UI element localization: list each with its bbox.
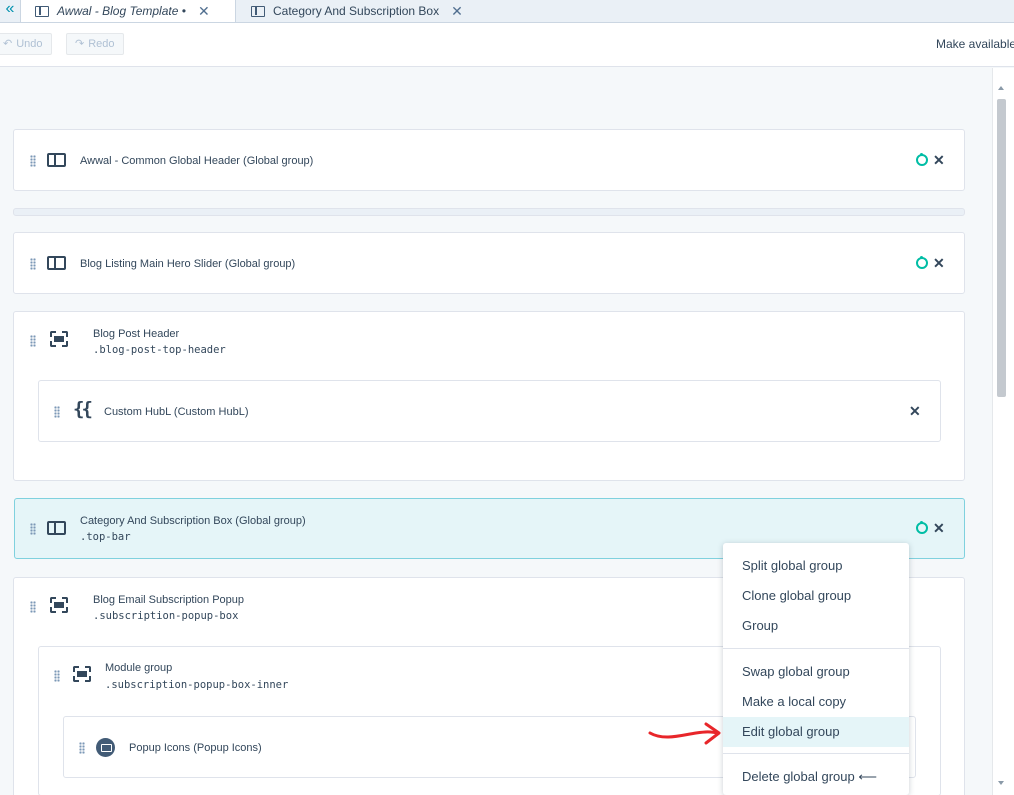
toolbar: ↶ Undo ↷ Redo Make available	[0, 23, 1014, 67]
module-actions: ✕	[916, 256, 945, 270]
drag-handle-icon[interactable]	[30, 258, 36, 270]
scrollbar-thumb[interactable]	[997, 99, 1006, 397]
redo-icon: ↷	[75, 38, 85, 50]
layout-icon	[47, 521, 66, 535]
module-actions: ✕	[916, 521, 945, 535]
red-arrow-annotation	[648, 722, 721, 745]
unpin-icon[interactable]: ✕	[909, 404, 921, 418]
module-card[interactable]: {{ Custom HubL (Custom HubL) ✕	[38, 380, 941, 442]
context-menu: Split global group Clone global group Gr…	[723, 543, 909, 795]
menu-divider	[723, 753, 909, 754]
module-title: Custom HubL (Custom HubL)	[104, 406, 249, 418]
globe-icon[interactable]	[916, 521, 928, 534]
empty-row	[13, 208, 965, 216]
globe-icon[interactable]	[916, 256, 928, 269]
layout-icon	[251, 5, 265, 17]
right-panel-edge	[1008, 68, 1014, 795]
undo-button[interactable]: ↶ Undo	[0, 33, 52, 55]
module-actions: ✕	[916, 153, 945, 167]
module-title: Blog Listing Main Hero Slider (Global gr…	[80, 258, 296, 270]
menu-divider	[723, 648, 909, 649]
unpin-icon[interactable]: ✕	[933, 153, 945, 167]
layout-icon	[47, 153, 66, 167]
module-title: Module group	[105, 662, 173, 674]
drag-handle-icon[interactable]	[54, 406, 60, 418]
unpin-icon[interactable]: ✕	[933, 256, 945, 270]
doc-template-icon	[35, 5, 49, 17]
undo-icon: ↶	[3, 38, 13, 50]
hubl-icon: {{	[73, 398, 93, 420]
menu-item-edit-global-group[interactable]: Edit global group	[723, 717, 909, 747]
drag-handle-icon[interactable]	[30, 601, 36, 613]
redo-button[interactable]: ↷ Redo	[66, 33, 124, 55]
module-card[interactable]: Awwal - Common Global Header (Global gro…	[13, 129, 965, 191]
mail-icon	[96, 738, 115, 757]
menu-item-clone-global-group[interactable]: Clone global group	[723, 581, 909, 611]
tab-label: Awwal - Blog Template •	[57, 4, 186, 18]
module-actions: ✕	[909, 404, 921, 418]
tab-label: Category And Subscription Box	[273, 4, 440, 18]
group-icon	[73, 666, 91, 682]
close-tab-icon[interactable]: ✕	[451, 3, 463, 20]
menu-item-group[interactable]: Group	[723, 611, 909, 641]
module-title: Blog Post Header	[93, 328, 180, 340]
menu-item-swap-global-group[interactable]: Swap global group	[723, 657, 909, 687]
group-icon	[50, 597, 68, 613]
close-tab-icon[interactable]: ✕	[198, 3, 210, 20]
globe-icon[interactable]	[916, 153, 928, 166]
drag-handle-icon[interactable]	[30, 155, 36, 167]
module-title: Awwal - Common Global Header (Global gro…	[80, 155, 314, 167]
make-available-link[interactable]: Make available	[936, 37, 1014, 51]
module-card[interactable]: Blog Listing Main Hero Slider (Global gr…	[13, 232, 965, 294]
unpin-icon[interactable]: ✕	[933, 521, 945, 535]
group-card[interactable]: Blog Post Header .blog-post-top-header {…	[13, 311, 965, 481]
group-icon	[50, 331, 68, 347]
layout-icon	[47, 256, 66, 270]
tab-blog-template[interactable]: Awwal - Blog Template • ✕	[20, 0, 236, 22]
scroll-down-icon[interactable]	[998, 781, 1004, 785]
menu-item-make-local-copy[interactable]: Make a local copy	[723, 687, 909, 717]
module-class: .blog-post-top-header	[93, 344, 226, 356]
module-title: Blog Email Subscription Popup	[93, 594, 245, 606]
menu-item-delete-global-group[interactable]: Delete global group ⟵	[723, 762, 909, 792]
tab-bar: « Awwal - Blog Template • ✕ Category And…	[0, 0, 1014, 23]
scroll-up-icon[interactable]	[998, 86, 1004, 90]
drag-handle-icon[interactable]	[30, 523, 36, 535]
menu-item-split-global-group[interactable]: Split global group	[723, 551, 909, 581]
module-title: Category And Subscription Box (Global gr…	[80, 515, 306, 527]
collapse-sidebar-icon[interactable]: «	[0, 0, 20, 22]
module-class: .top-bar	[80, 531, 131, 543]
drag-handle-icon[interactable]	[79, 742, 85, 754]
drag-handle-icon[interactable]	[30, 335, 36, 347]
module-class: .subscription-popup-box-inner	[105, 679, 289, 691]
module-class: .subscription-popup-box	[93, 610, 239, 622]
tab-category-subscription-box[interactable]: Category And Subscription Box ✕	[237, 0, 483, 22]
module-title: Popup Icons (Popup Icons)	[129, 742, 262, 754]
drag-handle-icon[interactable]	[54, 670, 60, 682]
